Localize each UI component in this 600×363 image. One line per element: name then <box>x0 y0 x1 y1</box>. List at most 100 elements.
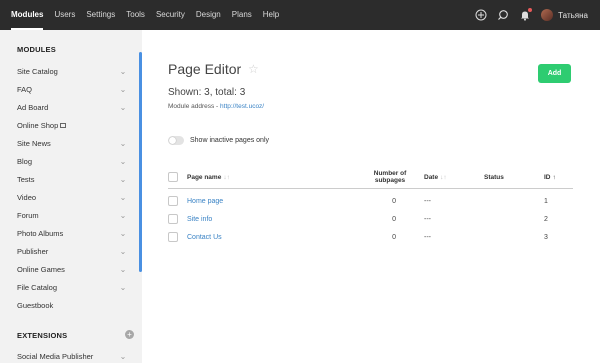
sidebar-item-publisher[interactable]: Publisher ⌄ <box>17 242 127 260</box>
sort-asc-icon: ↑ <box>552 173 556 181</box>
page-link[interactable]: Home page <box>187 198 223 205</box>
row-checkbox[interactable] <box>168 214 178 224</box>
sidebar-item-label: Site Catalog <box>17 66 58 76</box>
sidebar-item-label: Blog <box>17 156 33 166</box>
date-value: --- <box>424 233 431 241</box>
toggle-label: Show inactive pages only <box>190 137 269 144</box>
top-nav: Modules Users Settings Tools Security De… <box>0 0 290 30</box>
sidebar-item-label: Ad Board <box>17 102 49 112</box>
col-date[interactable]: Date ↓↑ <box>424 165 447 189</box>
page-title: Page Editor <box>168 61 242 77</box>
nav-plans[interactable]: Plans <box>232 0 252 30</box>
module-address: Module address - http://test.ucoz/ <box>168 103 264 110</box>
external-link-icon <box>60 122 67 128</box>
search-icon[interactable] <box>497 9 509 21</box>
pages-table: Page name ↓↑ Number of subpages Date ↓↑ Sta… <box>168 165 573 246</box>
star-icon[interactable]: ☆ <box>248 62 259 76</box>
module-address-link[interactable]: http://test.ucoz/ <box>220 103 264 110</box>
sidebar-item-forum[interactable]: Forum ⌄ <box>17 206 127 224</box>
row-checkbox[interactable] <box>168 196 178 206</box>
col-subpages-label-1: Number of <box>373 170 407 177</box>
sidebar-item-social-media-publisher[interactable]: Social Media Publisher ⌄ <box>17 347 127 363</box>
sidebar-item-site-news[interactable]: Site News ⌄ <box>17 134 127 152</box>
sidebar-item-photo-albums[interactable]: Photo Albums ⌄ <box>17 224 127 242</box>
sidebar-item-online-games[interactable]: Online Games ⌄ <box>17 260 127 278</box>
col-page-name-label: Page name <box>187 173 222 181</box>
sidebar-item-label: Photo Albums <box>17 228 64 238</box>
id-value: 2 <box>544 215 548 223</box>
sidebar-item-label: FAQ <box>17 84 33 94</box>
chevron-down-icon: ⌄ <box>119 228 127 238</box>
table-header: Page name ↓↑ Number of subpages Date ↓↑ Sta… <box>168 165 573 189</box>
nav-settings[interactable]: Settings <box>86 0 115 30</box>
col-page-name[interactable]: Page name ↓↑ <box>187 165 230 189</box>
sidebar: MODULES Site Catalog ⌄ FAQ ⌄ Ad Board ⌄ Onl… <box>0 30 142 363</box>
subpages-count: 0 <box>392 233 396 241</box>
sidebar-item-video[interactable]: Video ⌄ <box>17 188 127 206</box>
sidebar-item-label: Online Shop <box>17 120 59 130</box>
row-checkbox[interactable] <box>168 232 178 242</box>
chevron-down-icon: ⌄ <box>119 210 127 220</box>
sidebar-item-label: Site News <box>17 138 51 148</box>
add-button[interactable]: Add <box>538 64 571 83</box>
sidebar-item-label: Social Media Publisher <box>17 351 94 361</box>
id-value: 3 <box>544 233 548 241</box>
chevron-down-icon: ⌄ <box>119 84 127 94</box>
top-bar: Modules Users Settings Tools Security De… <box>0 0 600 30</box>
sidebar-item-faq[interactable]: FAQ ⌄ <box>17 80 127 98</box>
table-row: Home page 0 --- 1 <box>168 192 573 210</box>
plus-circle-icon[interactable] <box>475 9 487 21</box>
top-right-tools: Татьяна <box>465 0 588 30</box>
date-value: --- <box>424 197 431 205</box>
shown-count: Shown: 3, total: 3 <box>168 87 246 98</box>
sidebar-extensions-title: EXTENSIONS <box>17 331 68 340</box>
sidebar-item-online-shop[interactable]: Online Shop <box>17 116 127 134</box>
sidebar-item-ad-board[interactable]: Ad Board ⌄ <box>17 98 127 116</box>
col-id-label: ID <box>544 173 551 181</box>
toggle-knob <box>169 137 176 144</box>
inactive-toggle-row: Show inactive pages only <box>168 136 269 145</box>
sort-icon: ↓↑ <box>440 173 447 181</box>
notification-dot <box>528 8 533 12</box>
subpages-count: 0 <box>392 197 396 205</box>
nav-modules[interactable]: Modules <box>11 0 44 30</box>
chevron-down-icon: ⌄ <box>119 174 127 184</box>
sidebar-item-blog[interactable]: Blog ⌄ <box>17 152 127 170</box>
chevron-down-icon: ⌄ <box>119 246 127 256</box>
col-status: Status <box>484 165 504 189</box>
sidebar-item-tests[interactable]: Tests ⌄ <box>17 170 127 188</box>
user-name[interactable]: Татьяна <box>558 11 588 20</box>
chevron-down-icon: ⌄ <box>119 264 127 274</box>
nav-security[interactable]: Security <box>156 0 185 30</box>
table-row: Contact Us 0 --- 3 <box>168 228 573 246</box>
main-content: Page Editor ☆ Add Shown: 3, total: 3 Mod… <box>142 30 600 363</box>
col-id[interactable]: ID ↑ <box>544 165 556 189</box>
page-link[interactable]: Site info <box>187 216 212 223</box>
nav-users[interactable]: Users <box>54 0 75 30</box>
select-all-checkbox[interactable] <box>168 172 178 182</box>
bell-icon[interactable] <box>519 8 533 21</box>
sidebar-item-guestbook[interactable]: Guestbook <box>17 296 127 314</box>
add-extension-icon[interactable]: + <box>125 330 134 339</box>
chevron-down-icon: ⌄ <box>119 66 127 76</box>
col-subpages-label-2: subpages <box>374 177 406 184</box>
avatar[interactable] <box>541 9 554 21</box>
page-link[interactable]: Contact Us <box>187 234 222 241</box>
sidebar-item-label: Guestbook <box>17 300 54 310</box>
sidebar-item-label: Online Games <box>17 264 65 274</box>
col-status-label: Status <box>484 173 504 181</box>
nav-tools[interactable]: Tools <box>126 0 145 30</box>
sidebar-item-file-catalog[interactable]: File Catalog ⌄ <box>17 278 127 296</box>
sidebar-item-label: Video <box>17 192 37 202</box>
inactive-pages-toggle[interactable] <box>168 136 184 145</box>
sidebar-item-site-catalog[interactable]: Site Catalog ⌄ <box>17 62 127 80</box>
chevron-down-icon: ⌄ <box>119 192 127 202</box>
sidebar-item-label: Publisher <box>17 246 49 256</box>
nav-design[interactable]: Design <box>196 0 221 30</box>
sidebar-item-label: File Catalog <box>17 282 58 292</box>
chevron-down-icon: ⌄ <box>119 351 127 361</box>
nav-help[interactable]: Help <box>263 0 279 30</box>
date-value: --- <box>424 215 431 223</box>
table-row: Site info 0 --- 2 <box>168 210 573 228</box>
chevron-down-icon: ⌄ <box>119 138 127 148</box>
